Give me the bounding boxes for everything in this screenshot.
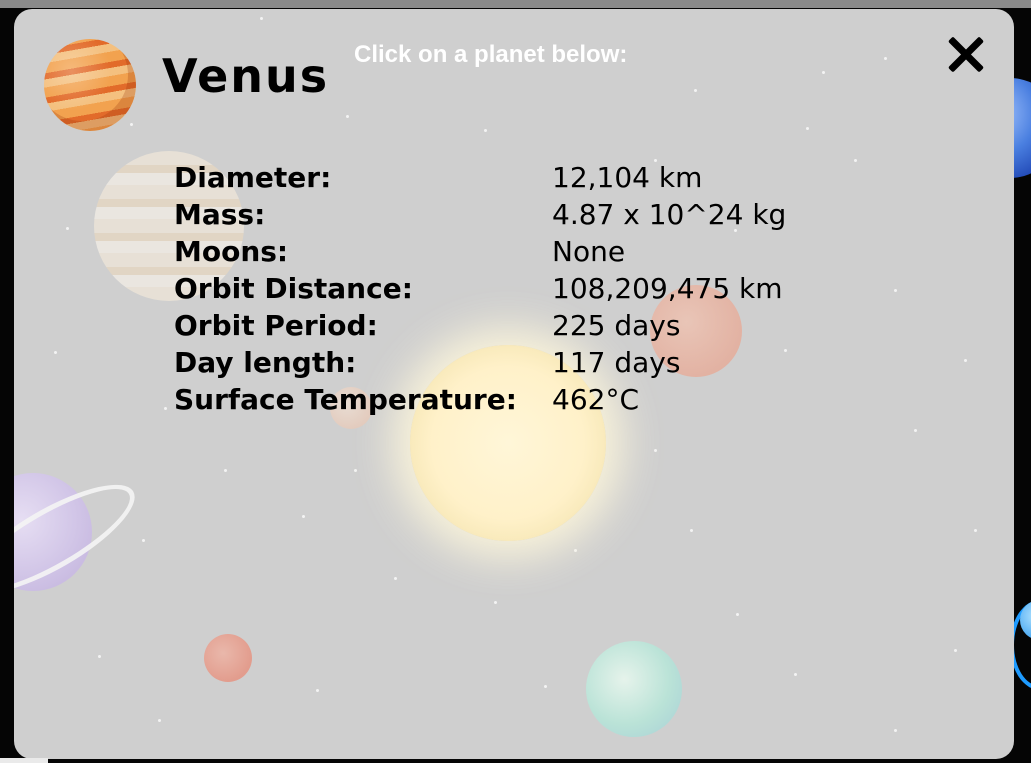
star — [164, 407, 167, 410]
fact-row-orbit-period: Orbit Period: 225 days — [174, 307, 786, 344]
star — [54, 351, 57, 354]
star — [736, 613, 739, 616]
planet-title: Venus — [162, 49, 330, 103]
fact-row-mass: Mass: 4.87 x 10^24 kg — [174, 196, 786, 233]
fact-row-diameter: Diameter: 12,104 km — [174, 159, 786, 196]
star — [260, 17, 263, 20]
fact-label: Orbit Distance: — [174, 272, 413, 305]
star — [224, 469, 227, 472]
star — [354, 469, 357, 472]
fact-value: 4.87 x 10^24 kg — [552, 198, 787, 231]
planet-facts: Diameter: 12,104 km Mass: 4.87 x 10^24 k… — [174, 159, 786, 418]
star — [142, 539, 145, 542]
star — [130, 123, 133, 126]
close-icon[interactable] — [942, 31, 990, 79]
star — [544, 685, 547, 688]
planet-info-modal: Venus Click on a planet below: Diameter:… — [14, 9, 1014, 759]
star — [694, 89, 697, 92]
fact-value: 12,104 km — [552, 161, 703, 194]
star — [884, 57, 887, 60]
star — [806, 127, 809, 130]
star — [302, 515, 305, 518]
star — [654, 449, 657, 452]
star — [66, 227, 69, 230]
fact-value: 108,209,475 km — [552, 272, 783, 305]
star — [690, 529, 693, 532]
fact-row-moons: Moons: None — [174, 233, 786, 270]
fact-value: None — [552, 235, 626, 268]
fact-label: Orbit Period: — [174, 309, 378, 342]
fact-label: Diameter: — [174, 161, 332, 194]
star — [894, 289, 897, 292]
fact-value: 225 days — [552, 309, 681, 342]
fact-value: 462°C — [552, 383, 639, 416]
bottom-strip — [0, 758, 48, 763]
top-bar — [0, 0, 1031, 8]
instruction-text: Click on a planet below: — [354, 41, 628, 68]
planet-earth[interactable] — [586, 641, 682, 737]
star — [954, 649, 957, 652]
star — [574, 549, 577, 552]
star — [794, 673, 797, 676]
star — [914, 429, 917, 432]
solar-system-scene: Venus Click on a planet below: Diameter:… — [0, 0, 1031, 763]
fact-row-orbit-distance: Orbit Distance: 108,209,475 km — [174, 270, 786, 307]
star — [484, 129, 487, 132]
planet-pluto[interactable] — [204, 634, 252, 682]
star — [394, 577, 397, 580]
fact-label: Mass: — [174, 198, 266, 231]
venus-icon — [44, 39, 136, 131]
fact-row-day-length: Day length: 117 days — [174, 344, 786, 381]
star — [494, 601, 497, 604]
star — [346, 115, 349, 118]
fact-row-surface-temperature: Surface Temperature: 462°C — [174, 381, 786, 418]
fact-value: 117 days — [552, 346, 681, 379]
star — [894, 729, 897, 732]
fact-label: Day length: — [174, 346, 357, 379]
star — [98, 655, 101, 658]
fact-label: Moons: — [174, 235, 289, 268]
star — [316, 689, 319, 692]
star — [854, 159, 857, 162]
star — [964, 359, 967, 362]
star — [822, 71, 825, 74]
star — [974, 529, 977, 532]
fact-label: Surface Temperature: — [174, 383, 517, 416]
star — [158, 719, 161, 722]
